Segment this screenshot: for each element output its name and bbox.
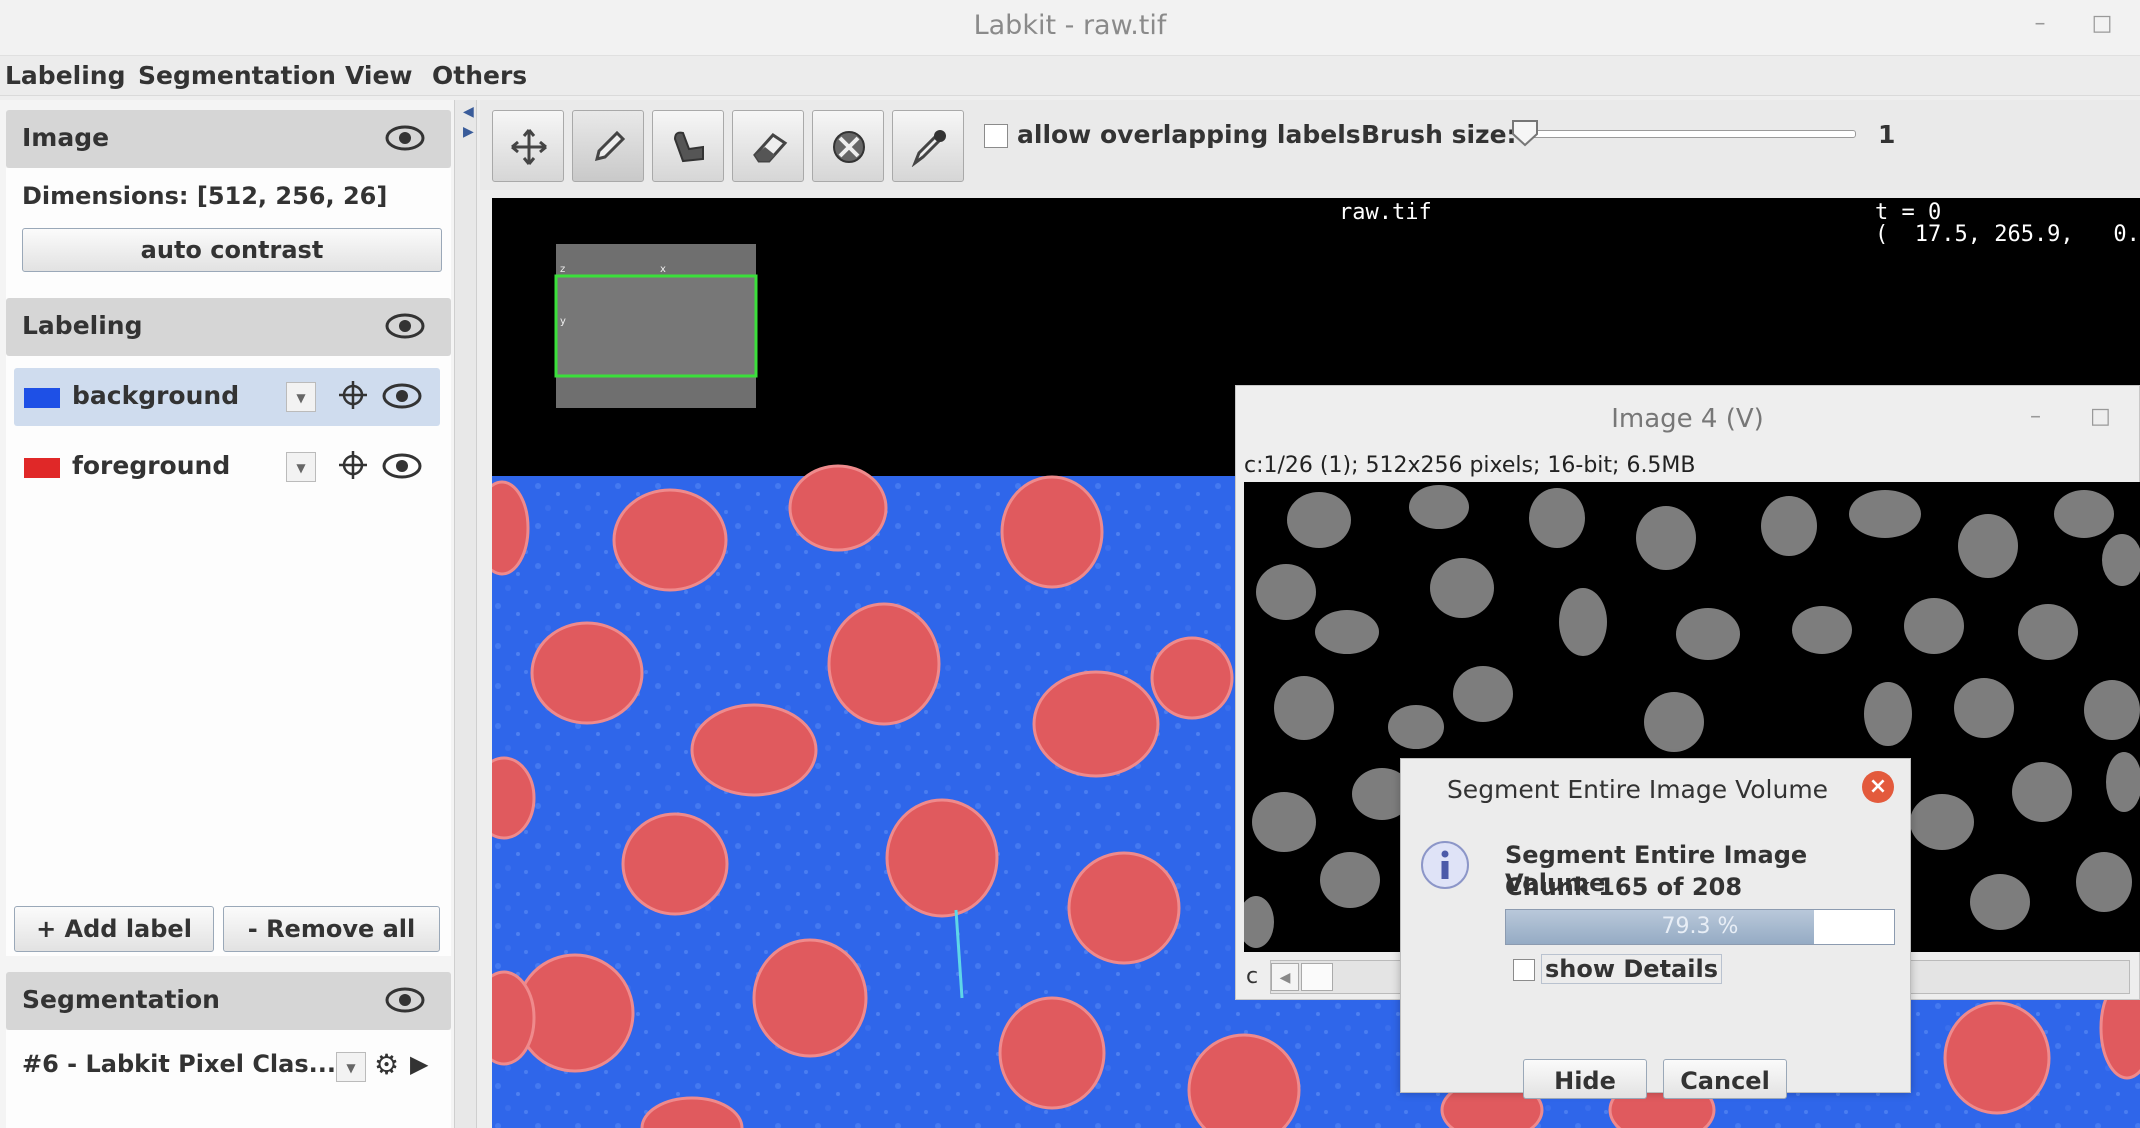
menu-labeling[interactable]: Labeling <box>5 61 125 90</box>
minimize-button[interactable]: – <box>2026 10 2054 38</box>
remove-all-button[interactable]: - Remove all <box>223 906 440 952</box>
remove-fill-icon <box>833 131 865 163</box>
close-icon[interactable]: × <box>1862 771 1894 803</box>
image-panel-header[interactable]: Image <box>6 110 451 168</box>
dialog-title: Segment Entire Image Volume <box>1446 775 1829 804</box>
canvas-coordinates: ( 17.5, 265.9, 0.0 <box>1875 222 2140 247</box>
svg-text:y: y <box>560 316 566 327</box>
scroll-thumb[interactable] <box>1301 963 1333 991</box>
window-title: Labkit - raw.tif <box>973 10 1167 41</box>
label-row-foreground[interactable]: foreground ▼ <box>14 438 440 496</box>
flood-fill-icon <box>673 131 704 163</box>
labeling-panel-header[interactable]: Labeling <box>6 298 451 356</box>
maximize-button[interactable]: □ <box>2088 10 2116 38</box>
crosshair-icon[interactable] <box>338 380 368 414</box>
image-panel-title: Image <box>22 123 110 152</box>
info-icon <box>1421 841 1469 889</box>
svg-text:x: x <box>660 264 666 275</box>
brush-size-value: 1 <box>1878 120 1896 149</box>
segmentation-panel-body: #6 - Labkit Pixel Clas... ▼ ⚙ ▶ <box>6 1030 451 1128</box>
add-label-button[interactable]: + Add label <box>14 906 214 952</box>
pencil-icon <box>594 130 626 162</box>
eye-icon[interactable] <box>385 124 425 156</box>
cancel-button[interactable]: Cancel <box>1663 1059 1787 1099</box>
progress-bar: 79.3 % <box>1505 909 1895 945</box>
imagej-window-title: Image 4 (V) <box>1611 404 1764 434</box>
progress-percent: 79.3 % <box>1661 914 1739 939</box>
show-details-label[interactable]: show Details <box>1541 954 1722 984</box>
panel-splitter[interactable]: ◀ ▶ <box>455 100 477 1128</box>
segmentation-panel-title: Segmentation <box>22 985 220 1014</box>
collapse-left-icon[interactable]: ◀ <box>463 104 474 120</box>
show-details-checkbox[interactable] <box>1513 959 1535 981</box>
menu-bar: Labeling Segmentation View Others <box>0 56 2140 96</box>
play-icon[interactable]: ▶ <box>410 1050 428 1078</box>
menu-others[interactable]: Others <box>432 61 527 90</box>
label-name: foreground <box>72 451 231 480</box>
hide-button[interactable]: Hide <box>1523 1059 1647 1099</box>
menu-segmentation[interactable]: Segmentation <box>138 61 336 90</box>
scroll-left-icon[interactable]: ◀ <box>1271 963 1299 991</box>
remove-fill-tool-button[interactable] <box>812 110 884 182</box>
menu-view[interactable]: View <box>345 61 413 90</box>
allow-overlap-checkbox[interactable] <box>984 124 1008 148</box>
brush-size-slider-track[interactable] <box>1514 130 1856 138</box>
label-row-background[interactable]: background ▼ <box>14 368 440 426</box>
svg-text:z: z <box>560 264 565 275</box>
allow-overlap-label: allow overlapping labels <box>1017 120 1361 149</box>
left-panel: Image Dimensions: [512, 256, 26] auto co… <box>0 100 455 1128</box>
eye-icon[interactable] <box>382 382 422 414</box>
label-color-swatch[interactable] <box>24 388 60 408</box>
move-tool-button[interactable] <box>492 110 564 182</box>
draw-tool-button[interactable] <box>572 110 644 182</box>
segmentation-item[interactable]: #6 - Labkit Pixel Clas... <box>22 1050 336 1078</box>
minimize-button[interactable]: – <box>2030 404 2041 429</box>
segmentation-panel-header[interactable]: Segmentation <box>6 972 451 1030</box>
image-info-text: c:1/26 (1); 512x256 pixels; 16-bit; 6.5M… <box>1244 453 1696 478</box>
label-color-swatch[interactable] <box>24 458 60 478</box>
brush-size-label: Brush size: <box>1361 120 1517 149</box>
toolbar: allow overlapping labels Brush size: 1 <box>480 100 2140 190</box>
chevron-down-icon[interactable]: ▼ <box>336 1052 366 1082</box>
maximize-button[interactable]: □ <box>2090 404 2111 429</box>
color-picker-icon <box>911 130 946 167</box>
move-icon <box>511 129 547 165</box>
expand-right-icon[interactable]: ▶ <box>463 124 474 140</box>
eye-icon[interactable] <box>385 312 425 344</box>
erase-tool-button[interactable] <box>732 110 804 182</box>
eye-icon[interactable] <box>382 452 422 484</box>
brush-size-slider-thumb[interactable] <box>1510 118 1540 148</box>
gear-icon[interactable]: ⚙ <box>374 1048 399 1081</box>
chevron-down-icon[interactable]: ▼ <box>286 452 316 482</box>
channel-label: c <box>1246 964 1259 989</box>
chunk-progress-text: Chunk 165 of 208 <box>1505 873 1743 901</box>
label-name: background <box>72 381 240 410</box>
auto-contrast-button[interactable]: auto contrast <box>22 228 442 272</box>
progress-dialog: Segment Entire Image Volume × Segment En… <box>1400 758 1911 1099</box>
chevron-down-icon[interactable]: ▼ <box>286 382 316 412</box>
eraser-icon <box>753 133 788 163</box>
flood-fill-tool-button[interactable] <box>652 110 724 182</box>
color-picker-tool-button[interactable] <box>892 110 964 182</box>
title-bar: Labkit - raw.tif – □ <box>0 0 2140 56</box>
dimensions-text: Dimensions: [512, 256, 26] <box>22 182 388 210</box>
eye-icon[interactable] <box>385 986 425 1018</box>
canvas-filename: raw.tif <box>1339 200 1432 225</box>
crosshair-icon[interactable] <box>338 450 368 484</box>
labeling-panel-title: Labeling <box>22 311 143 340</box>
